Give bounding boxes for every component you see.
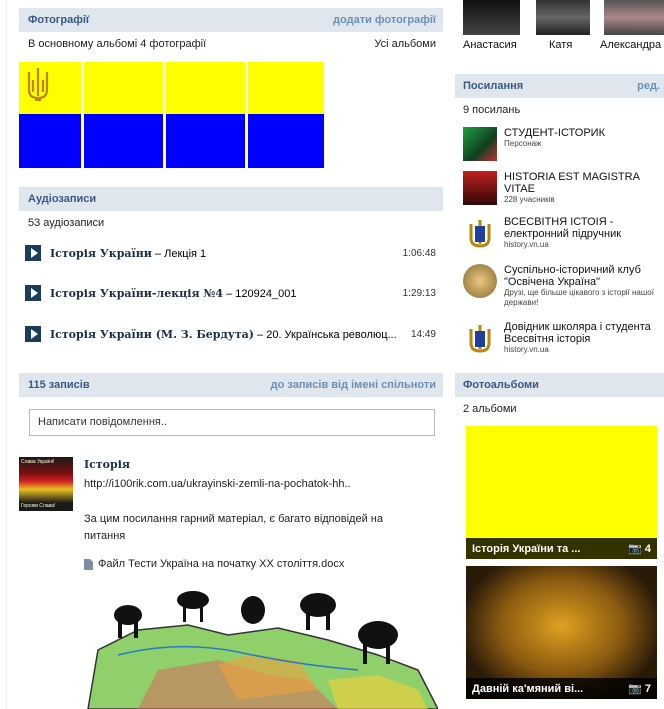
- avatar-caption: Слава Україні!: [21, 459, 55, 465]
- post-author-avatar[interactable]: Слава Україні! Героям Слава!: [19, 457, 73, 511]
- track-artist[interactable]: Історія України (М. З. Бердута): [50, 328, 254, 341]
- track-artist[interactable]: Історія України: [50, 247, 152, 260]
- friend-avatar[interactable]: [536, 0, 590, 35]
- track-title: – 120924_001: [223, 287, 297, 300]
- play-icon[interactable]: [25, 245, 41, 261]
- link-desc: history.vn.ua: [504, 240, 549, 249]
- post-map-image[interactable]: [78, 580, 438, 709]
- album-photo-count: 📷 7: [628, 683, 651, 695]
- photos-subheader: В основному альбомі 4 фотографії Усі аль…: [19, 32, 443, 50]
- links-section: Посилання ред. 9 посилань: [455, 74, 664, 116]
- albums-count: 2 альбоми: [463, 403, 517, 415]
- friend-name[interactable]: Александра: [600, 39, 661, 51]
- album-caption: Історія України та ... 📷 4: [466, 538, 657, 559]
- photo-thumbnail[interactable]: [248, 62, 324, 168]
- audio-section: Аудіозаписи 53 аудіозаписи Історія Украї…: [19, 187, 443, 344]
- friend-avatar[interactable]: [463, 0, 520, 35]
- photo-thumbnail[interactable]: [84, 62, 163, 168]
- audio-track[interactable]: Історія України (М. З. Бердута) – 20. Ук…: [19, 324, 443, 344]
- link-name[interactable]: ВСЕСВІТНЯ ІСТОІЯ - електронний підручник: [504, 216, 663, 240]
- albums-header: Фотоальбоми: [455, 373, 664, 397]
- photo-thumbnail[interactable]: [166, 62, 245, 168]
- post-url[interactable]: http://i100rik.com.ua/ukrayinski-zemli-n…: [84, 478, 351, 490]
- photo-thumbnail[interactable]: [19, 62, 81, 168]
- link-desc: Персонаж: [504, 139, 542, 148]
- link-name[interactable]: Суспільно-історичний клуб "Освічена Укра…: [504, 264, 663, 288]
- link-name[interactable]: СТУДЕНТ-ІСТОРИК: [504, 127, 605, 139]
- photos-title[interactable]: Фотографії: [28, 14, 89, 26]
- albums-section: Фотоальбоми 2 альбоми: [455, 373, 664, 415]
- avatar-caption: Героям Слава!: [21, 503, 56, 509]
- post-author[interactable]: Історія: [84, 458, 130, 471]
- audio-count: 53 аудіозаписи: [28, 217, 105, 229]
- audio-title[interactable]: Аудіозаписи: [28, 193, 96, 205]
- link-item[interactable]: HISTORIA EST MAGISTRA VITAE 228 учасників: [463, 171, 663, 205]
- friend-avatar[interactable]: [604, 0, 664, 35]
- album-photo-count: 📷 4: [628, 543, 651, 555]
- link-name[interactable]: Довідник школяра і студента Всесвітня іс…: [504, 321, 663, 345]
- link-avatar[interactable]: [463, 171, 497, 205]
- album-name[interactable]: Давній ка'мяний ві...: [472, 683, 583, 695]
- wall-count[interactable]: 115 записів: [28, 379, 90, 391]
- photos-count: В основному альбомі 4 фотографії: [28, 38, 207, 50]
- community-posts-link[interactable]: до записів від імені спільноти: [271, 379, 436, 391]
- photo-strip: [19, 62, 324, 168]
- link-item[interactable]: Довідник школяра і студента Всесвітня іс…: [463, 321, 663, 355]
- link-desc: 228 учасників: [504, 195, 555, 204]
- link-desc: Друзі, ще більше цікавого з історії нашо…: [504, 288, 654, 307]
- post-input[interactable]: Написати повідомлення..: [29, 409, 435, 436]
- audio-track[interactable]: Історія України – Лекція 1 1:06:48: [19, 243, 443, 263]
- attachment-name: Файл Тести Україна на початку XX столітт…: [98, 558, 345, 570]
- play-icon[interactable]: [25, 326, 41, 342]
- link-avatar[interactable]: [463, 264, 497, 298]
- photos-section: Фотографії додати фотографії В основному…: [19, 8, 443, 50]
- left-border: [0, 0, 7, 709]
- wall-header: 115 записів до записів від імені спільно…: [19, 373, 443, 397]
- document-icon: [84, 558, 93, 570]
- link-name[interactable]: HISTORIA EST MAGISTRA VITAE: [504, 171, 663, 195]
- trident-icon[interactable]: [463, 216, 497, 250]
- audio-track[interactable]: Історія України-лекція №4 – 120924_001 1…: [19, 283, 443, 303]
- link-item[interactable]: ВСЕСВІТНЯ ІСТОІЯ - електронний підручник…: [463, 216, 663, 250]
- friend-name[interactable]: Анастасия: [463, 39, 517, 51]
- album-card[interactable]: Історія України та ... 📷 4: [466, 426, 657, 559]
- album-caption: Давній ка'мяний ві... 📷 7: [466, 678, 657, 699]
- album-name[interactable]: Історія України та ...: [472, 543, 580, 555]
- link-desc: history.vn.ua: [504, 345, 549, 354]
- friend-name[interactable]: Катя: [549, 39, 572, 51]
- trident-icon[interactable]: [463, 321, 497, 355]
- link-avatar[interactable]: [463, 127, 497, 161]
- track-duration: 1:06:48: [402, 247, 436, 259]
- edit-links-link[interactable]: ред.: [637, 80, 660, 92]
- photos-header: Фотографії додати фотографії: [19, 8, 443, 32]
- link-item[interactable]: СТУДЕНТ-ІСТОРИК Персонаж: [463, 127, 663, 161]
- links-header: Посилання ред.: [455, 74, 664, 98]
- add-photos-link[interactable]: додати фотографії: [333, 14, 436, 26]
- track-duration: 14:49: [410, 328, 436, 340]
- link-item[interactable]: Суспільно-історичний клуб "Освічена Укра…: [463, 264, 663, 308]
- track-duration: 1:29:13: [402, 287, 436, 299]
- album-card[interactable]: Давній ка'мяний ві... 📷 7: [466, 566, 657, 699]
- albums-title[interactable]: Фотоальбоми: [463, 379, 539, 391]
- track-title: – 20. Українська революц...: [253, 328, 397, 341]
- all-albums-link[interactable]: Усі альбоми: [374, 38, 436, 50]
- links-title[interactable]: Посилання: [463, 80, 523, 92]
- post-attachment[interactable]: Файл Тести Україна на початку XX столітт…: [84, 558, 344, 570]
- track-artist[interactable]: Історія України-лекція №4: [50, 287, 223, 300]
- audio-subheader: 53 аудіозаписи: [19, 211, 443, 243]
- play-icon[interactable]: [25, 285, 41, 301]
- trident-icon: [27, 68, 49, 102]
- wall-section: 115 записів до записів від імені спільно…: [19, 373, 443, 397]
- audio-header: Аудіозаписи: [19, 187, 443, 211]
- post-text: За цим посилання гарний матеріал, є бага…: [84, 513, 383, 542]
- track-title: – Лекція 1: [151, 247, 207, 260]
- links-count: 9 посилань: [463, 104, 521, 116]
